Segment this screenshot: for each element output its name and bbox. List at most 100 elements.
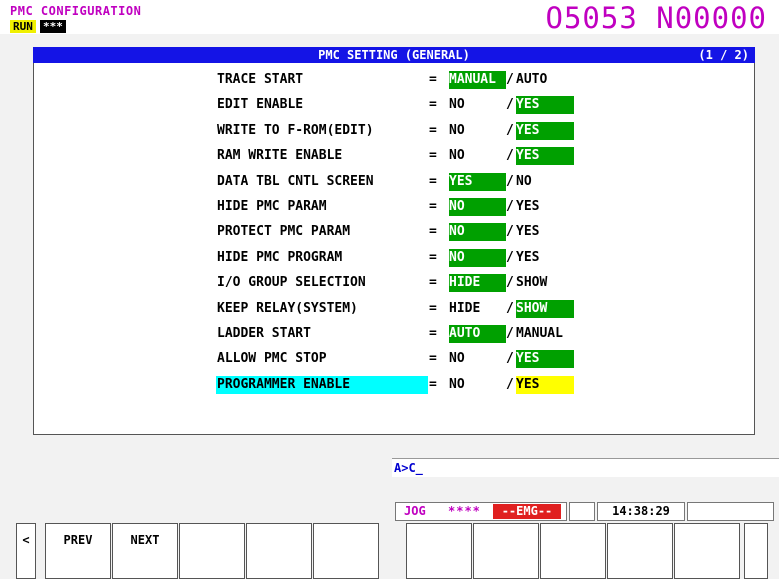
setting-label: HIDE PMC PROGRAM [217,249,343,265]
softkey-3[interactable] [179,523,245,579]
option-separator: / [506,376,514,392]
equals-sign: = [429,173,437,189]
equals-sign: = [429,275,437,291]
mode-status-blank [569,502,595,521]
equals-sign: = [429,351,437,367]
alarm-status-badge: *** [40,20,66,33]
panel-title: PMC SETTING (GENERAL) [318,48,470,62]
setting-option-2[interactable]: SHOW [516,299,574,318]
title-bar: PMC CONFIGURATION RUN *** O5053 N00000 [0,0,779,35]
setting-row[interactable]: EDIT ENABLE = NO / YES [0,95,779,115]
option-separator: / [506,148,514,164]
setting-label: LADDER START [217,326,311,341]
setting-option-1[interactable]: NO [449,122,506,140]
softkey-prev[interactable]: PREV [45,523,111,579]
option-separator: / [506,224,514,240]
setting-option-1[interactable]: HIDE [449,300,506,318]
setting-row[interactable]: WRITE TO F-ROM(EDIT) = NO / YES [0,121,779,141]
panel-header: PMC SETTING (GENERAL) (1 / 2) [33,47,755,63]
softkey-next[interactable]: NEXT [112,523,178,579]
softkey-8[interactable] [540,523,606,579]
run-status-badge: RUN [10,20,36,33]
softkey-4[interactable] [246,523,312,579]
setting-label: TRACE START [217,72,304,87]
softkey-left-arrow[interactable]: < [16,523,36,579]
setting-option-1[interactable]: NO [449,223,506,242]
setting-label: DATA TBL CNTL SCREEN [217,173,374,189]
setting-option-1[interactable]: NO [449,248,506,267]
setting-option-1[interactable]: NO [449,147,506,165]
clock-time: 14:38:29 [597,502,685,521]
setting-option-1[interactable]: MANUAL [449,71,506,89]
setting-option-1[interactable]: NO [449,376,506,394]
emergency-stop-badge: --EMG-- [493,504,561,519]
setting-label: ALLOW PMC STOP [217,351,327,367]
setting-row[interactable]: TRACE START = MANUAL / AUTO [0,70,779,90]
setting-option-2[interactable]: NO [516,173,532,191]
setting-option-2[interactable]: YES [516,198,539,216]
softkey-6[interactable] [406,523,472,579]
setting-label: I/O GROUP SELECTION [217,275,366,291]
softkey-10[interactable] [674,523,740,579]
setting-option-1[interactable]: YES [449,172,506,191]
setting-option-1[interactable]: NO [449,350,506,368]
setting-label: HIDE PMC PARAM [217,199,327,214]
setting-option-2[interactable]: YES [516,147,574,166]
setting-row[interactable]: HIDE PMC PARAM = NO / YES [0,197,779,217]
softkey-5[interactable] [313,523,379,579]
setting-option-2[interactable]: YES [516,223,539,241]
mode-status-blank-end [687,502,774,521]
setting-option-2[interactable]: YES [516,350,574,369]
command-input-line[interactable]: A>C_ [392,458,779,477]
equals-sign: = [429,199,437,214]
setting-option-2[interactable]: YES [516,249,539,267]
screen-title: PMC CONFIGURATION [10,4,142,18]
equals-sign: = [429,72,437,87]
mode-stars: **** [448,504,481,518]
setting-label: RAM WRITE ENABLE [217,148,343,164]
mode-status-bar: JOG **** --EMG-- 14:38:29 [395,502,774,521]
option-separator: / [506,275,514,291]
setting-option-2[interactable]: AUTO [516,71,547,89]
page-indicator: (1 / 2) [698,48,749,62]
equals-sign: = [429,326,437,341]
equals-sign: = [429,148,437,164]
softkey-right[interactable] [744,523,768,579]
setting-row[interactable]: DATA TBL CNTL SCREEN = YES / NO [0,172,779,192]
setting-row[interactable]: I/O GROUP SELECTION = HIDE / SHOW [0,273,779,293]
option-separator: / [506,97,514,113]
setting-label: PROTECT PMC PARAM [217,224,351,240]
setting-option-1[interactable]: NO [449,198,506,216]
setting-label: PROGRAMMER ENABLE [216,375,428,394]
program-number: O5053 N00000 [545,1,767,35]
equals-sign: = [429,300,437,316]
equals-sign: = [429,97,437,113]
mode-cell: JOG **** --EMG-- [395,502,567,521]
setting-row[interactable]: LADDER START = AUTO / MANUAL [0,324,779,344]
setting-row[interactable]: KEEP RELAY(SYSTEM) = HIDE / SHOW [0,299,779,319]
equals-sign: = [429,122,437,138]
option-separator: / [506,300,514,316]
option-separator: / [506,199,514,214]
setting-option-1[interactable]: HIDE [449,274,506,293]
setting-row[interactable]: ALLOW PMC STOP = NO / YES [0,349,779,369]
setting-option-2[interactable]: YES [516,121,574,140]
setting-option-2[interactable]: YES [516,96,574,115]
option-separator: / [506,173,514,189]
setting-row[interactable]: RAM WRITE ENABLE = NO / YES [0,146,779,166]
softkey-7[interactable] [473,523,539,579]
setting-row[interactable]: PROTECT PMC PARAM = NO / YES [0,222,779,242]
setting-row[interactable]: PROGRAMMER ENABLE = NO / YES [0,375,779,395]
setting-label: WRITE TO F-ROM(EDIT) [217,122,374,138]
setting-option-1[interactable]: NO [449,96,506,114]
setting-row[interactable]: HIDE PMC PROGRAM = NO / YES [0,248,779,268]
option-separator: / [506,351,514,367]
setting-option-2[interactable]: SHOW [516,274,547,292]
setting-option-1[interactable]: AUTO [449,325,506,343]
softkey-bar: < PREV NEXT [0,523,779,579]
setting-option-2[interactable]: MANUAL [516,325,563,343]
equals-sign: = [429,376,437,392]
mode-label: JOG [404,504,426,518]
softkey-9[interactable] [607,523,673,579]
setting-option-2[interactable]: YES [516,375,574,394]
